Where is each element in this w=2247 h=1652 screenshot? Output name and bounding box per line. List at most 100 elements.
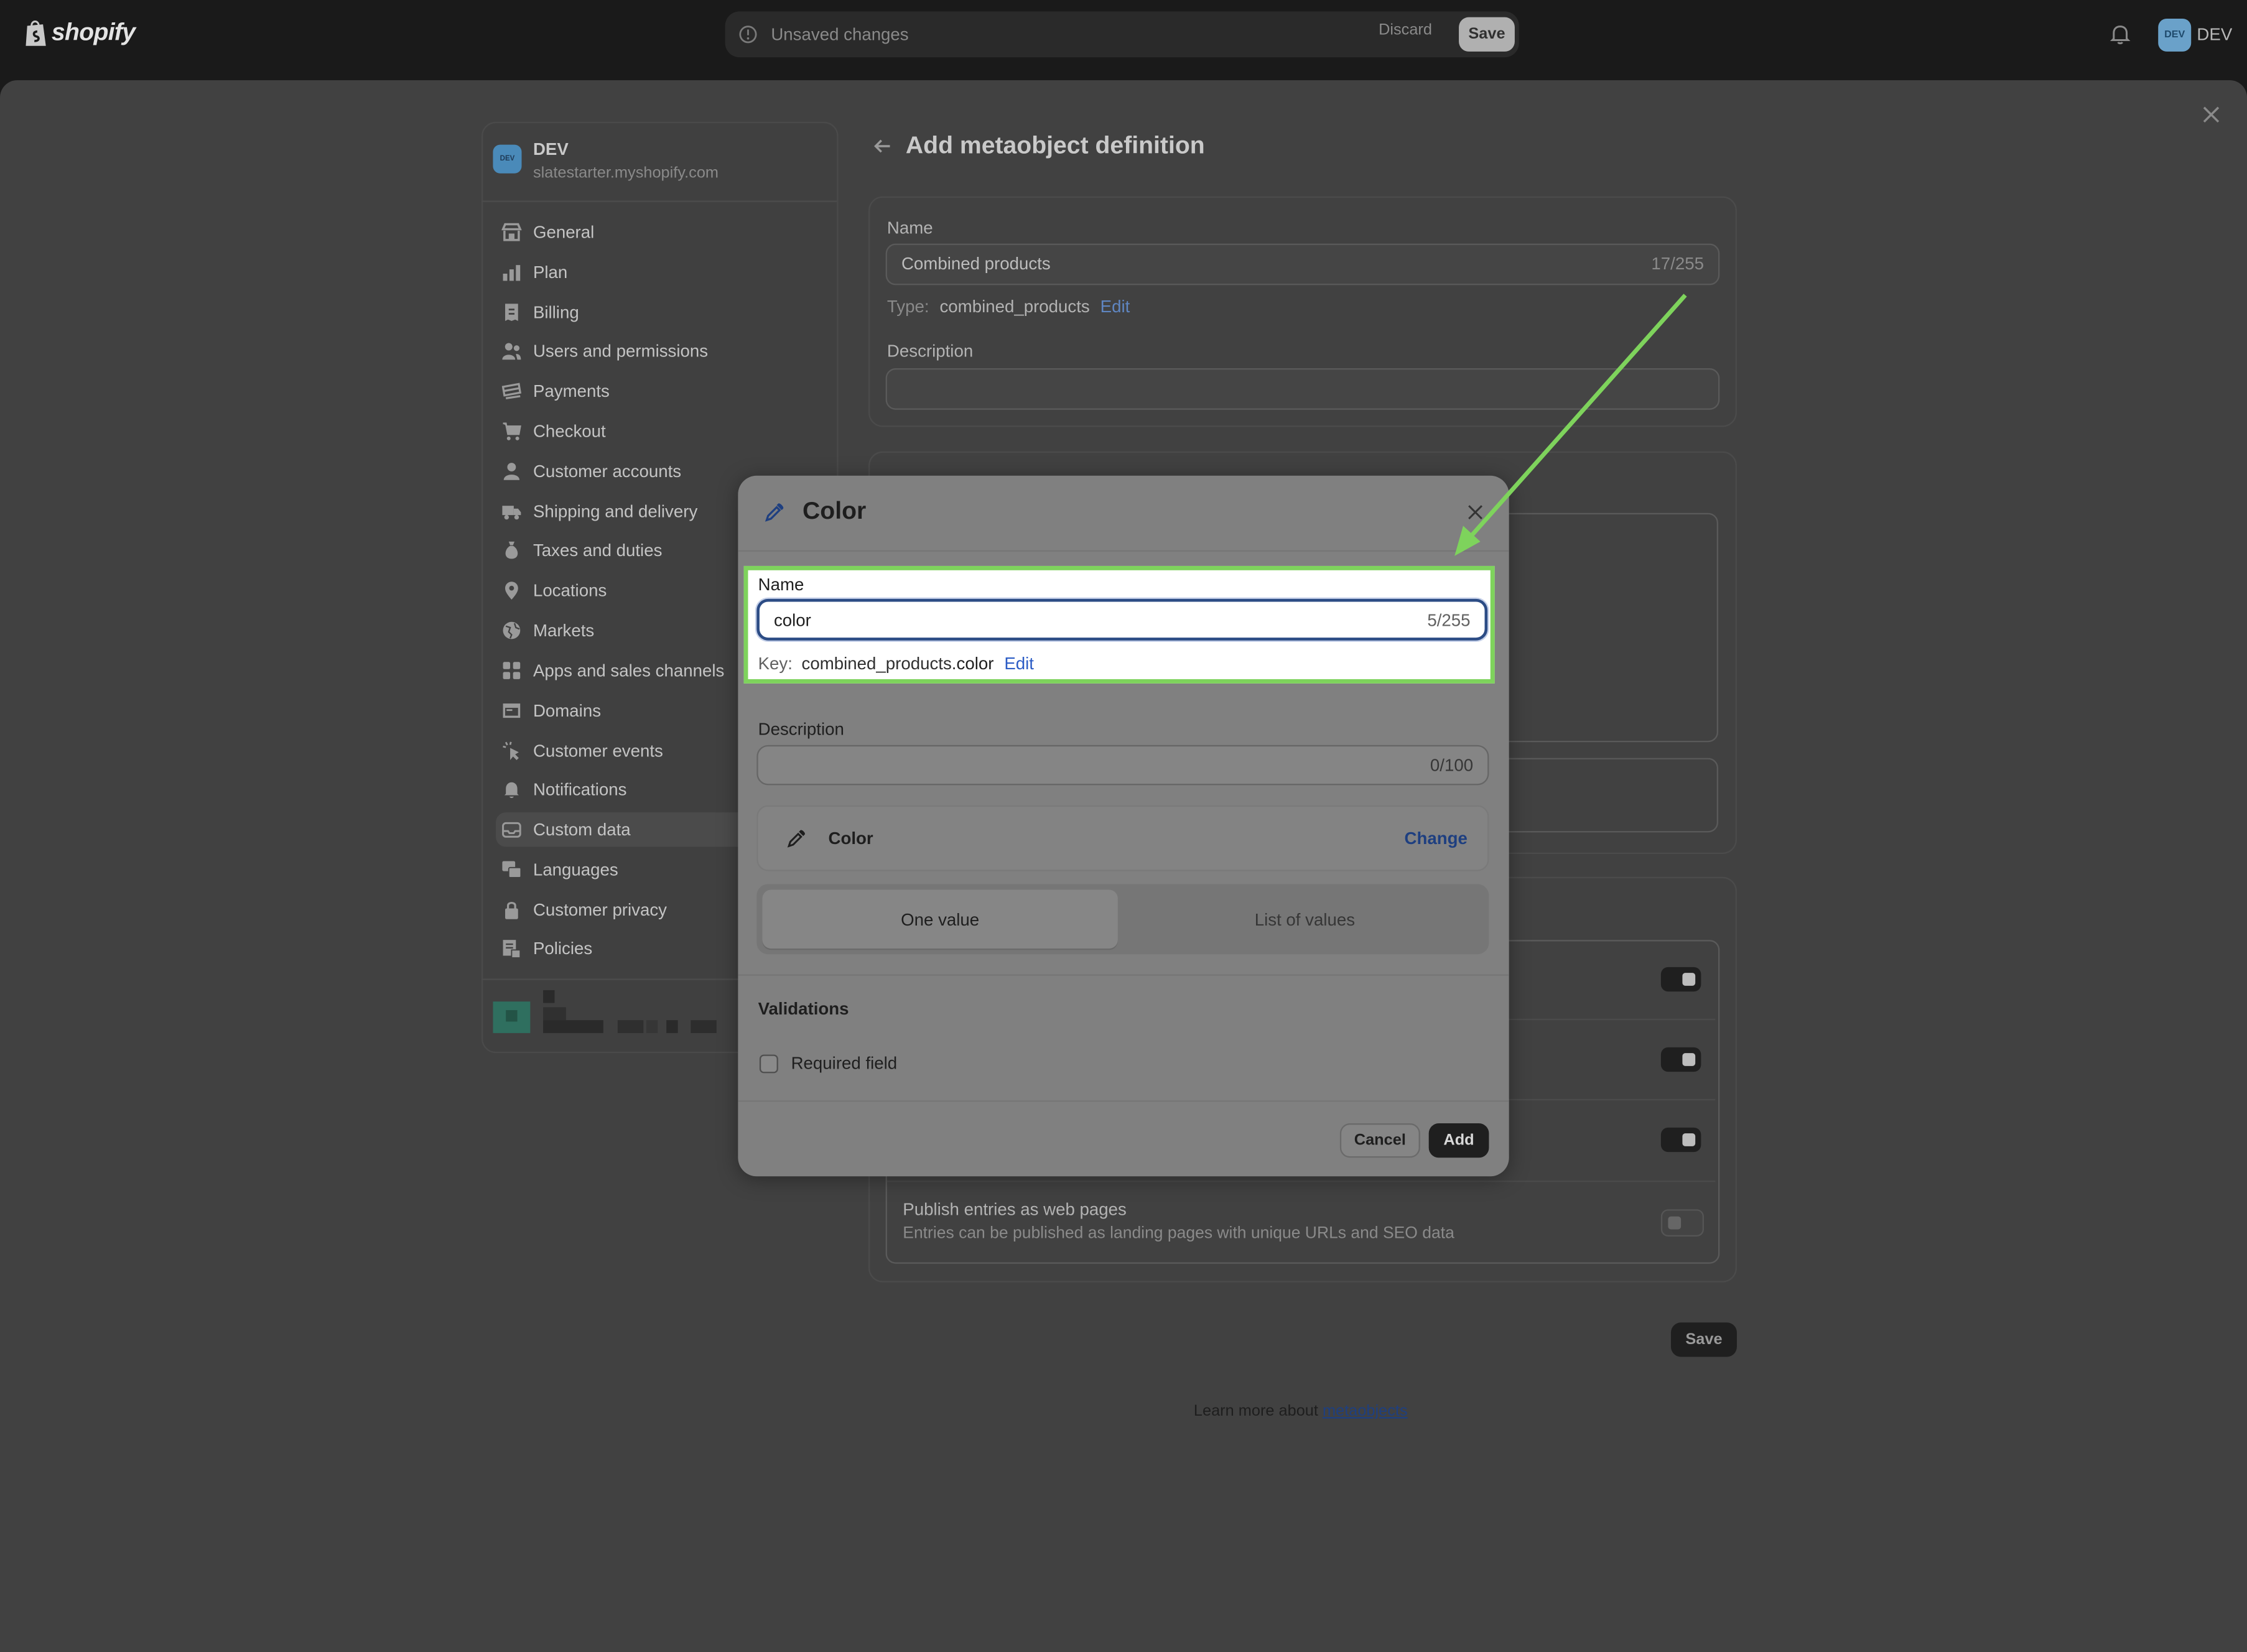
cart-icon: [503, 422, 521, 440]
modal-divider: [738, 550, 1509, 552]
save-button[interactable]: Save: [1459, 17, 1515, 52]
plan-chart-icon: [503, 265, 521, 281]
store-name[interactable]: DEV: [2197, 24, 2232, 44]
shopify-logo[interactable]: shopify: [24, 18, 136, 47]
store-avatar[interactable]: DEV: [2158, 18, 2192, 52]
eyedropper-icon: [765, 503, 784, 522]
add-button[interactable]: Add: [1428, 1123, 1489, 1158]
truck-icon: [502, 506, 521, 520]
value-count-segmented-control: One value List of values: [756, 884, 1489, 955]
sidebar-store-name: DEV: [533, 139, 569, 159]
sidebar-item-label: Customer events: [533, 740, 663, 761]
metaobjects-link[interactable]: metaobjects: [1323, 1403, 1408, 1420]
sidebar-item-billing[interactable]: Billing: [496, 295, 826, 330]
sidebar-item-label: Notifications: [533, 779, 627, 800]
description-label: Description: [758, 719, 844, 740]
required-field-checkbox[interactable]: [759, 1054, 778, 1074]
language-icon: [502, 861, 522, 878]
definition-description-input[interactable]: [885, 368, 1720, 410]
change-type-button[interactable]: Change: [1404, 828, 1467, 848]
bell-icon: [504, 782, 519, 799]
receipt-icon: [505, 304, 518, 322]
save-definition-button[interactable]: Save: [1670, 1322, 1737, 1357]
sidebar-item-payments[interactable]: Payments: [496, 374, 826, 408]
apps-grid-icon: [503, 662, 521, 679]
modal-divider: [738, 974, 1509, 976]
page-title: Add metaobject definition: [905, 131, 1205, 159]
domain-window-icon: [503, 703, 521, 718]
option-toggle[interactable]: [1660, 1127, 1701, 1153]
name-label: Name: [758, 574, 804, 595]
location-pin-icon: [505, 582, 518, 600]
modal-title: Color: [802, 497, 867, 525]
sidebar-item-label: Customer privacy: [533, 899, 668, 920]
unsaved-changes-text: Unsaved changes: [771, 24, 909, 45]
discard-button[interactable]: Discard: [1379, 22, 1432, 39]
sidebar-item-label: Apps and sales channels: [533, 660, 725, 681]
sidebar-item-label: Shipping and delivery: [533, 501, 698, 522]
shopify-wordmark: shopify: [51, 18, 136, 46]
option-toggle[interactable]: [1660, 1047, 1701, 1072]
back-arrow-icon[interactable]: [873, 136, 893, 156]
name-input-value: color: [773, 610, 811, 631]
sidebar-item-label: General: [533, 222, 595, 243]
add-field-area: [1490, 758, 1719, 833]
cancel-button[interactable]: Cancel: [1339, 1123, 1420, 1158]
type-value: combined_products: [939, 296, 1090, 317]
option-toggle[interactable]: [1660, 967, 1701, 992]
money-bag-icon: [505, 541, 518, 559]
publish-toggle[interactable]: [1660, 1209, 1704, 1237]
store-banner-image: [493, 990, 717, 1033]
name-label: Name: [886, 218, 933, 238]
lock-icon: [505, 901, 518, 919]
learn-more-prefix: Learn more about: [1193, 1403, 1318, 1420]
field-type-card: Color Change: [756, 805, 1489, 871]
sidebar-item-label: Billing: [533, 302, 579, 323]
fields-area: [1490, 513, 1719, 743]
inbox-icon: [502, 822, 521, 838]
name-input[interactable]: color 5/255: [756, 598, 1488, 641]
field-type-label: Color: [828, 828, 873, 848]
key-row: Key: combined_products.color Edit: [758, 653, 1034, 673]
sidebar-item-checkout[interactable]: Checkout: [496, 414, 826, 448]
type-edit-link[interactable]: Edit: [1100, 297, 1130, 317]
sidebar-item-label: Customer accounts: [533, 461, 682, 482]
sidebar-item-users[interactable]: Users and permissions: [496, 334, 826, 368]
key-field: color: [956, 653, 994, 674]
color-field-modal: Color Name color 5/255 Key: combined_pro…: [738, 475, 1509, 1177]
required-field-label: Required field: [791, 1053, 898, 1074]
description-label: Description: [886, 341, 974, 361]
notification-bell-icon[interactable]: [2108, 22, 2133, 46]
key-namespace: combined_products.: [801, 653, 957, 674]
list-of-values-option[interactable]: List of values: [1127, 890, 1484, 949]
shopify-bag-icon: [26, 21, 46, 46]
sidebar-item-label: Markets: [533, 620, 595, 641]
sidebar-item-plan[interactable]: Plan: [496, 255, 826, 289]
sidebar-item-label: Users and permissions: [533, 341, 709, 361]
modal-header: Color: [738, 476, 1509, 550]
sidebar-store-domain: slatestarter.myshopify.com: [533, 164, 719, 182]
sidebar-item-label: Policies: [533, 938, 593, 959]
sidebar-item-label: Plan: [533, 262, 568, 282]
sidebar-store-avatar: DEV: [493, 144, 522, 174]
sidebar-item-label: Taxes and duties: [533, 540, 663, 560]
description-input[interactable]: 0/100: [756, 745, 1489, 786]
sidebar-item-label: Locations: [533, 580, 607, 601]
sidebar-divider: [482, 200, 837, 202]
sidebar-item-label: Payments: [533, 381, 610, 402]
one-value-option[interactable]: One value: [762, 889, 1118, 949]
close-icon[interactable]: [2200, 103, 2223, 126]
sidebar-item-label: Domains: [533, 700, 602, 721]
store-icon: [501, 223, 522, 241]
payments-icon: [501, 383, 522, 399]
definition-name-input[interactable]: Combined products 17/255: [885, 243, 1720, 285]
close-icon[interactable]: [1466, 503, 1485, 522]
definition-name-count: 17/255: [1651, 253, 1704, 274]
info-icon: [739, 26, 757, 44]
name-char-count: 5/255: [1427, 610, 1471, 631]
row-divider: [886, 1181, 1716, 1182]
key-edit-link[interactable]: Edit: [1004, 653, 1034, 673]
sidebar-item-general[interactable]: General: [496, 215, 826, 249]
users-icon: [502, 343, 521, 360]
top-bar: shopify Unsaved changes Discard Save DEV…: [0, 0, 2247, 69]
